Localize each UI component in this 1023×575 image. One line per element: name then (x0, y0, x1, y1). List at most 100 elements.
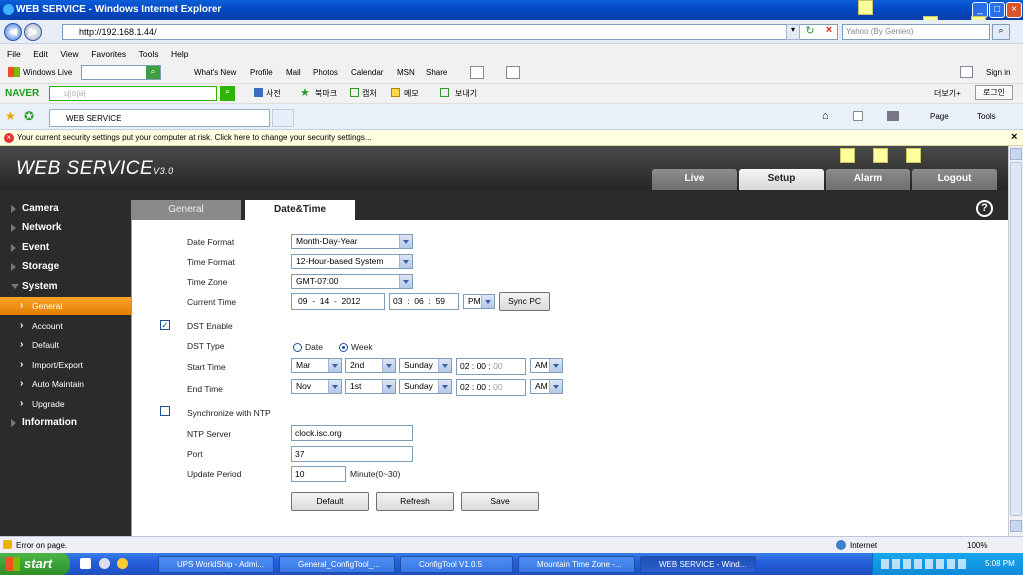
url-dropdown-icon[interactable]: ▾ (786, 24, 800, 40)
menu-file[interactable]: File (7, 49, 21, 59)
live-photos[interactable]: Photos (313, 68, 338, 77)
sidebar-sub-import-export[interactable]: › Import/Export (0, 356, 131, 374)
start-second[interactable]: 00 (493, 361, 502, 371)
home-icon[interactable]: ⌂ (822, 110, 829, 122)
security-close-icon[interactable]: × (1011, 131, 1017, 143)
start-week-select[interactable]: 2nd (345, 358, 396, 373)
page-menu[interactable]: Page (930, 112, 949, 121)
sidebar-item-information[interactable]: Information (0, 414, 131, 432)
end-day-select[interactable]: Sunday (399, 379, 452, 394)
page-scrollbar[interactable] (1008, 146, 1023, 536)
end-week-select[interactable]: 1st (345, 379, 396, 394)
naver-capture[interactable]: 캡처 (362, 88, 377, 99)
dst-enable-checkbox[interactable]: ✓ (160, 320, 170, 330)
live-sign-in[interactable]: Sign in (986, 68, 1010, 77)
menu-edit[interactable]: Edit (33, 49, 48, 59)
tab-live[interactable]: Live (652, 169, 737, 190)
page-tab-datetime[interactable]: Date&Time (245, 200, 355, 220)
naver-more[interactable]: 더보기+ (934, 88, 961, 99)
naver-send[interactable]: 보내기 (455, 88, 477, 99)
ntp-checkbox[interactable] (160, 406, 170, 416)
search-input[interactable]: Yahoo (By Genieo) (842, 24, 990, 40)
tray-icons[interactable] (881, 559, 969, 569)
live-profile[interactable]: Profile (250, 68, 273, 77)
feeds-icon[interactable] (853, 111, 863, 121)
sync-pc-button[interactable]: Sync PC (499, 292, 550, 311)
live-mail[interactable]: Mail (286, 68, 301, 77)
clock[interactable]: 5:08 PM (985, 559, 1015, 568)
end-minute[interactable]: 00 (477, 382, 486, 392)
sidebar-item-storage[interactable]: Storage (0, 258, 131, 276)
time-minute[interactable]: 06 (414, 296, 423, 306)
start-time-input[interactable]: 02 : 00 : 00 (456, 358, 526, 375)
maximize-button[interactable]: □ (989, 2, 1005, 18)
live-calendar[interactable]: Calendar (351, 68, 383, 77)
time-format-select[interactable]: 12-Hour-based System (291, 254, 413, 269)
back-button[interactable]: ◀ (4, 23, 22, 41)
naver-search-icon[interactable]: ⌕ (220, 86, 235, 101)
sidebar-item-network[interactable]: Network (0, 219, 131, 237)
favorites-star-icon[interactable]: ★ (5, 109, 16, 123)
task-general-configtool[interactable]: General_ConfigTool_... (279, 556, 395, 573)
live-search-icon[interactable]: ⌕ (146, 66, 160, 79)
task-web-service[interactable]: WEB SERVICE - Wind... (640, 556, 756, 573)
menu-help[interactable]: Help (171, 49, 188, 59)
sidebar-item-system[interactable]: System (0, 278, 131, 296)
quicklaunch-icon[interactable] (80, 558, 91, 569)
time-second[interactable]: 59 (436, 296, 445, 306)
print-icon[interactable] (887, 111, 899, 121)
page-tab-general[interactable]: General (131, 200, 241, 220)
quicklaunch-icon[interactable] (117, 558, 128, 569)
port-input[interactable]: 37 (291, 446, 413, 462)
end-ampm-select[interactable]: AM (530, 379, 563, 394)
sidebar-sub-auto-maintain[interactable]: › Auto Maintain (0, 375, 131, 393)
ntp-server-input[interactable]: clock.isc.org (291, 425, 413, 441)
start-hour[interactable]: 02 (460, 361, 469, 371)
help-icon[interactable]: ? (976, 200, 993, 217)
live-share[interactable]: Share (426, 68, 447, 77)
time-hour[interactable]: 03 (393, 296, 402, 306)
date-month[interactable]: 09 (298, 296, 307, 306)
end-hour[interactable]: 02 (460, 382, 469, 392)
default-button[interactable]: Default (291, 492, 369, 511)
naver-search-input[interactable]: 네이버 (49, 86, 217, 101)
ampm-select[interactable]: PM (463, 294, 495, 309)
menu-view[interactable]: View (60, 49, 78, 59)
naver-dictionary[interactable]: 사전 (266, 88, 281, 99)
update-period-input[interactable]: 10 (291, 466, 346, 482)
tab-setup[interactable]: Setup (739, 169, 824, 190)
date-year[interactable]: 2012 (342, 296, 361, 306)
save-button[interactable]: Save (461, 492, 539, 511)
date-format-select[interactable]: Month-Day-Year (291, 234, 413, 249)
status-text[interactable]: Error on page. (16, 541, 67, 550)
naver-login-button[interactable]: 로그인 (975, 85, 1013, 100)
naver-memo[interactable]: 메모 (404, 88, 419, 99)
security-bar[interactable]: Your current security settings put your … (0, 130, 1023, 146)
refresh-icon[interactable]: ↻ (803, 24, 817, 40)
new-tab-button[interactable] (272, 109, 294, 127)
start-day-select[interactable]: Sunday (399, 358, 452, 373)
task-mountain-time-zone[interactable]: Mountain Time Zone -... (518, 556, 635, 573)
live-tool-icon[interactable] (470, 66, 484, 79)
scroll-thumb[interactable] (1010, 162, 1022, 516)
end-month-select[interactable]: Nov (291, 379, 342, 394)
date-day[interactable]: 14 (320, 296, 329, 306)
time-zone-select[interactable]: GMT-07:00 (291, 274, 413, 289)
start-month-select[interactable]: Mar (291, 358, 342, 373)
naver-bookmark[interactable]: 북마크 (315, 88, 337, 99)
search-icon[interactable]: ⌕ (992, 24, 1010, 40)
quicklaunch-icon[interactable] (99, 558, 110, 569)
forward-button[interactable]: ▶ (24, 23, 42, 41)
sidebar-sub-default[interactable]: › Default (0, 336, 131, 354)
sidebar-item-event[interactable]: Event (0, 239, 131, 257)
menu-tools[interactable]: Tools (139, 49, 159, 59)
sidebar-sub-account[interactable]: › Account (0, 317, 131, 335)
scroll-up-icon[interactable] (1010, 148, 1022, 160)
start-ampm-select[interactable]: AM (530, 358, 563, 373)
zoom-text[interactable]: 100% (967, 541, 987, 550)
stop-icon[interactable]: × (822, 24, 836, 40)
end-second[interactable]: 00 (493, 382, 502, 392)
tab-logout[interactable]: Logout (912, 169, 997, 190)
sidebar-sub-general[interactable]: › General (0, 297, 131, 315)
signin-icon[interactable] (960, 66, 973, 78)
